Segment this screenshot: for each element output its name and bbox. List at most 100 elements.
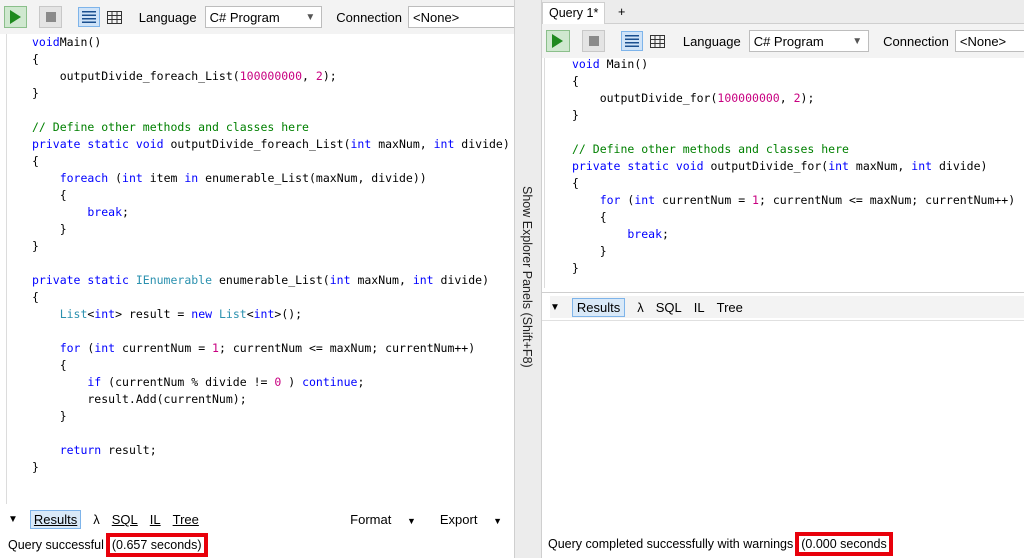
stop-icon <box>588 36 599 46</box>
app-window: Language C# Program ▼ Connection <None> … <box>0 0 1024 558</box>
tab-query-1[interactable]: Query 1* <box>542 2 606 24</box>
code-line: } <box>32 222 67 236</box>
connection-select[interactable]: <None> <box>954 30 1024 52</box>
code-line: { <box>572 210 607 224</box>
left-editor-margin <box>6 34 7 504</box>
format-menu[interactable]: Format ▼ <box>350 512 428 527</box>
run-button[interactable] <box>546 30 570 52</box>
plus-icon: + <box>618 5 626 19</box>
code-line: outputDivide_for(100000000, 2); <box>572 91 815 105</box>
status-text: Query completed successfully with warnin… <box>548 537 794 551</box>
tab-results[interactable]: Results <box>29 510 82 529</box>
code-line: private static void outputDivide_foreach… <box>32 137 510 151</box>
language-select[interactable]: C# Program ▼ <box>204 6 323 28</box>
right-status-bar: Query completed successfully with warnin… <box>548 530 893 558</box>
rich-text-results-button[interactable] <box>78 7 100 27</box>
chevron-down-icon: ▼ <box>493 516 502 526</box>
explorer-panel-label: Show Explorer Panels (Shift+F8) <box>520 186 534 368</box>
chevron-down-icon: ▼ <box>852 36 863 47</box>
code-line: foreach (int item in enumerable_List(max… <box>32 171 427 185</box>
code-line: } <box>32 409 67 423</box>
chevron-down-icon: ▼ <box>305 12 316 23</box>
right-query-pane: Query 1* + Language C# Program ▼ Connect… <box>542 0 1024 558</box>
play-icon <box>552 34 564 48</box>
table-grid-icon <box>106 10 122 24</box>
rich-text-results-button[interactable] <box>621 31 644 51</box>
export-menu[interactable]: Export ▼ <box>440 512 514 527</box>
stop-icon <box>45 12 56 22</box>
tab-il[interactable]: IL <box>150 512 161 527</box>
code-line: // Define other methods and classes here <box>572 142 849 156</box>
connection-value: <None> <box>413 9 460 25</box>
code-line: List<int> result = new List<int>(); <box>32 307 303 321</box>
new-query-tab[interactable]: + <box>612 2 631 24</box>
stop-button[interactable] <box>39 6 63 28</box>
code-line: { <box>32 52 39 66</box>
results-panel <box>542 320 1024 530</box>
tab-results[interactable]: Results <box>571 297 626 317</box>
right-toolbar: Language C# Program ▼ Connection <None> <box>542 24 1024 58</box>
tab-lambda[interactable]: λ <box>637 300 644 315</box>
splitter[interactable] <box>542 292 1024 293</box>
run-button[interactable] <box>4 6 28 28</box>
language-value: C# Program <box>209 9 280 25</box>
code-line: } <box>572 108 579 122</box>
code-line: { <box>32 290 39 304</box>
code-line: // Define other methods and classes here <box>32 120 309 134</box>
text-grid-icon <box>625 35 640 47</box>
text-grid-icon <box>81 11 96 23</box>
execution-time: (0.000 seconds <box>795 532 893 556</box>
code-line: } <box>572 244 607 258</box>
language-value: C# Program <box>753 33 824 49</box>
format-label: Format <box>350 512 392 527</box>
tab-sql[interactable]: SQL <box>656 300 682 315</box>
language-label: Language <box>138 9 197 25</box>
right-editor-margin <box>544 58 545 288</box>
execution-time: (0.657 seconds) <box>105 533 208 557</box>
tab-sql[interactable]: SQL <box>112 512 138 527</box>
status-text: Query successful <box>8 538 104 552</box>
tab-query-1-label: Query 1* <box>549 6 599 20</box>
left-status-bar: Query successful (0.657 seconds) <box>8 532 208 558</box>
grid-results-button[interactable] <box>104 7 125 27</box>
left-code-editor[interactable]: voidMain() { outputDivide_foreach_List(10… <box>32 34 510 476</box>
code-line: result.Add(currentNum); <box>32 392 247 406</box>
code-line: void Main() <box>572 57 649 71</box>
left-results-bar: ▼ Results λ SQL IL Tree Format ▼ Export … <box>8 510 514 529</box>
left-toolbar: Language C# Program ▼ Connection <None> <box>0 0 514 34</box>
tab-lambda[interactable]: λ <box>93 512 100 527</box>
code-line: break; <box>32 205 129 219</box>
language-label: Language <box>682 33 741 49</box>
tab-tree[interactable]: Tree <box>717 300 743 315</box>
code-line: if (currentNum % divide != 0 ) continue; <box>32 375 365 389</box>
code-line: outputDivide_foreach_List(100000000, 2); <box>32 69 337 83</box>
collapse-results-icon[interactable]: ▼ <box>8 514 18 525</box>
collapse-results-icon[interactable]: ▼ <box>550 302 560 313</box>
right-code-editor[interactable]: void Main() { outputDivide_for(100000000,… <box>572 56 1015 277</box>
export-label: Export <box>439 512 478 527</box>
play-icon <box>10 10 22 24</box>
code-line: private static IEnumerable enumerable_Li… <box>32 273 489 287</box>
table-grid-icon <box>650 34 666 48</box>
grid-results-button[interactable] <box>647 31 669 51</box>
explorer-panel-toggle[interactable]: Show Explorer Panels (Shift+F8) <box>514 0 542 558</box>
code-line: break; <box>572 227 669 241</box>
code-line: return result; <box>32 443 157 457</box>
code-line: for (int currentNum = 1; currentNum <= m… <box>32 341 476 355</box>
language-select[interactable]: C# Program ▼ <box>748 30 870 52</box>
right-results-bar: ▼ Results λ SQL IL Tree <box>550 296 1024 318</box>
code-line: { <box>32 358 67 372</box>
tab-il[interactable]: IL <box>694 300 705 315</box>
stop-button[interactable] <box>581 30 606 52</box>
tab-tree[interactable]: Tree <box>173 512 199 527</box>
code-line: for (int currentNum = 1; currentNum <= m… <box>572 193 1016 207</box>
connection-select[interactable]: <None> <box>408 6 514 28</box>
code-line: } <box>32 86 39 100</box>
left-query-pane: Language C# Program ▼ Connection <None> … <box>0 0 514 558</box>
code-line: } <box>572 261 579 275</box>
code-line: { <box>32 188 67 202</box>
code-line: } <box>32 460 39 474</box>
code-line: voidMain() <box>32 35 102 49</box>
